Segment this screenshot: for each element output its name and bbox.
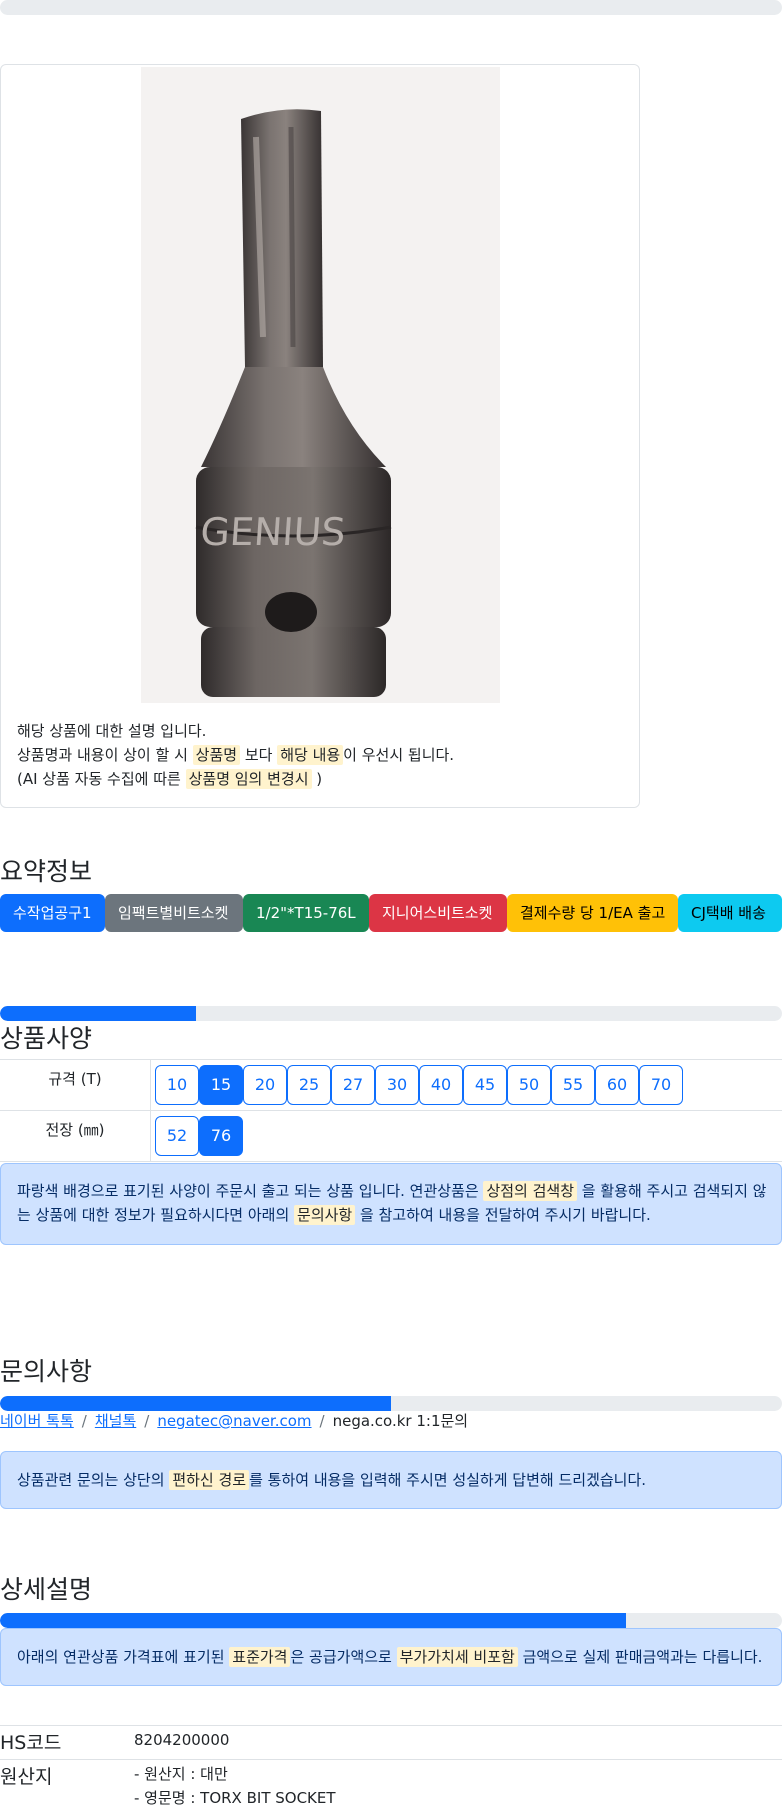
spec-row-length: 전장 (㎜) 52 76 — [0, 1111, 782, 1162]
spec-table: 규격 (T) 10 15 20 25 27 30 40 45 50 55 60 … — [0, 1059, 782, 1162]
alert-text: 은 공급가액으로 — [290, 1648, 397, 1666]
highlight: 상점의 검색창 — [483, 1181, 578, 1201]
option-button-selected[interactable]: 15 — [199, 1065, 243, 1105]
email-link[interactable]: negatec@naver.com — [157, 1412, 311, 1430]
product-info-table: HS코드 8204200000 원산지 - 원산지 : 대만 - 영문명 : T… — [0, 1725, 782, 1808]
badge-spec: 1/2"*T15-76L — [243, 894, 369, 932]
info-row-hs-code: HS코드 8204200000 — [0, 1725, 782, 1759]
alert-line: 상품관련 문의는 상단의 편하신 경로 를 통하여 내용을 입력해 주시면 성실하… — [17, 1468, 765, 1492]
origin-english-name: - 영문명 : TORX BIT SOCKET — [134, 1789, 336, 1807]
option-button[interactable]: 52 — [155, 1116, 199, 1156]
option-button[interactable]: 70 — [639, 1065, 683, 1105]
spec-label-length: 전장 (㎜) — [0, 1111, 151, 1161]
highlight: 문의사항 — [294, 1205, 356, 1225]
highlight: 해당 내용 — [277, 745, 344, 765]
badge-shipping: CJ택배 배송 — [678, 894, 782, 932]
spec-progress-bar — [0, 1006, 782, 1021]
detail-progress-bar — [0, 1613, 782, 1628]
channel-talk-link[interactable]: 채널톡 — [95, 1412, 136, 1430]
option-button[interactable]: 45 — [463, 1065, 507, 1105]
option-button[interactable]: 10 — [155, 1065, 199, 1105]
inquiry-progress-fill — [0, 1396, 391, 1411]
alert-text: 는 상품에 대한 정보가 필요하시다면 아래의 — [17, 1206, 295, 1224]
badge-type: 임팩트별비트소켓 — [105, 894, 243, 932]
option-button[interactable]: 27 — [331, 1065, 375, 1105]
hs-code-value: 8204200000 — [134, 1731, 230, 1749]
origin-values: - 원산지 : 대만 - 영문명 : TORX BIT SOCKET — [134, 1760, 336, 1808]
separator: / — [81, 1412, 87, 1430]
torx-bit-socket-image: GENIUS — [141, 67, 500, 703]
alert-text: 를 통하여 내용을 입력해 주시면 성실하게 답변해 드리겠습니다. — [249, 1471, 647, 1489]
highlight: 표준가격 — [229, 1647, 291, 1667]
summary-title: 요약정보 — [0, 857, 93, 886]
separator: / — [319, 1412, 325, 1430]
desc-line-1: 해당 상품에 대한 설명 입니다. — [17, 722, 207, 740]
origin-country: - 원산지 : 대만 — [134, 1765, 228, 1783]
option-button[interactable]: 25 — [287, 1065, 331, 1105]
spec-title: 상품사양 — [0, 1024, 93, 1053]
option-button[interactable]: 30 — [375, 1065, 419, 1105]
spec-options-length: 52 76 — [151, 1111, 243, 1161]
option-button[interactable]: 20 — [243, 1065, 287, 1105]
alert-text: 파랑색 배경으로 표기된 사양이 주문시 출고 되는 상품 입니다. 연관상품은 — [17, 1182, 484, 1200]
desc-text: 이 우선시 됩니다. — [343, 746, 455, 764]
spec-notice-alert: 파랑색 배경으로 표기된 사양이 주문시 출고 되는 상품 입니다. 연관상품은… — [0, 1163, 782, 1245]
alert-line: 는 상품에 대한 정보가 필요하시다면 아래의 문의사항 을 참고하여 내용을 … — [17, 1203, 765, 1227]
info-row-origin: 원산지 - 원산지 : 대만 - 영문명 : TORX BIT SOCKET — [0, 1759, 782, 1808]
price-notice-alert: 아래의 연관상품 가격표에 표기된 표준가격 은 공급가액으로 부가가치세 비포함… — [0, 1628, 782, 1686]
alert-text: 아래의 연관상품 가격표에 표기된 — [17, 1648, 230, 1666]
desc-line-2: 상품명과 내용이 상이 할 시 상품명 보다 해당 내용 이 우선시 됩니다. — [17, 743, 454, 767]
top-progress-bar — [0, 0, 782, 15]
alert-line: 아래의 연관상품 가격표에 표기된 표준가격 은 공급가액으로 부가가치세 비포함… — [17, 1645, 765, 1669]
spec-options-size: 10 15 20 25 27 30 40 45 50 55 60 70 — [151, 1060, 683, 1110]
desc-text: ) — [311, 770, 323, 788]
alert-text: 상품관련 문의는 상단의 — [17, 1471, 170, 1489]
option-button[interactable]: 55 — [551, 1065, 595, 1105]
highlight: 상품명 임의 변경시 — [185, 769, 312, 789]
hs-code-label: HS코드 — [0, 1732, 62, 1754]
desc-text: (AI 상품 자동 수집에 따른 — [17, 770, 186, 788]
highlight: 상품명 — [192, 745, 241, 765]
summary-badges: 수작업공구1 임팩트별비트소켓 1/2"*T15-76L 지니어스비트소켓 결제… — [0, 894, 782, 932]
alert-text: 을 참고하여 내용을 전달하여 주시기 바랍니다. — [355, 1206, 651, 1224]
highlight: 편하신 경로 — [169, 1470, 250, 1490]
product-card: GENIUS 해당 상품에 대한 설명 입니다. 상품명과 내용이 상이 할 시… — [0, 64, 640, 808]
spec-row-size: 규격 (T) 10 15 20 25 27 30 40 45 50 55 60 … — [0, 1060, 782, 1111]
naver-talk-link[interactable]: 네이버 톡톡 — [0, 1412, 74, 1430]
separator: / — [144, 1412, 150, 1430]
site-inquiry-text: nega.co.kr 1:1문의 — [332, 1412, 469, 1430]
spec-label-size: 규격 (T) — [0, 1060, 151, 1110]
badge-category: 수작업공구1 — [0, 894, 105, 932]
alert-text: 을 활용해 주시고 검색되지 않 — [577, 1182, 767, 1200]
option-button[interactable]: 60 — [595, 1065, 639, 1105]
origin-label: 원산지 — [0, 1766, 53, 1788]
option-button-selected[interactable]: 76 — [199, 1116, 243, 1156]
product-image: GENIUS — [141, 67, 500, 703]
detail-title: 상세설명 — [0, 1575, 93, 1604]
alert-text: 금액으로 실제 판매금액과는 다릅니다. — [517, 1648, 763, 1666]
badge-quantity: 결제수량 당 1/EA 출고 — [507, 894, 678, 932]
contact-links: 네이버 톡톡 / 채널톡 / negatec@naver.com / nega.co.kr … — [0, 1410, 468, 1431]
detail-progress-fill — [0, 1613, 626, 1628]
badge-brand: 지니어스비트소켓 — [369, 894, 507, 932]
option-button[interactable]: 40 — [419, 1065, 463, 1105]
brand-logo-text: GENIUS — [199, 510, 347, 554]
desc-text: 상품명과 내용이 상이 할 시 — [17, 746, 193, 764]
desc-text: 보다 — [240, 746, 278, 764]
desc-line-3: (AI 상품 자동 수집에 따른 상품명 임의 변경시 ) — [17, 767, 454, 791]
inquiry-notice-alert: 상품관련 문의는 상단의 편하신 경로 를 통하여 내용을 입력해 주시면 성실하… — [0, 1451, 782, 1509]
highlight: 부가가치세 비포함 — [396, 1647, 518, 1667]
product-description: 해당 상품에 대한 설명 입니다. 상품명과 내용이 상이 할 시 상품명 보다… — [17, 719, 454, 791]
inquiry-title: 문의사항 — [0, 1357, 93, 1386]
inquiry-progress-bar — [0, 1396, 782, 1411]
alert-line: 파랑색 배경으로 표기된 사양이 주문시 출고 되는 상품 입니다. 연관상품은… — [17, 1179, 767, 1203]
option-button[interactable]: 50 — [507, 1065, 551, 1105]
